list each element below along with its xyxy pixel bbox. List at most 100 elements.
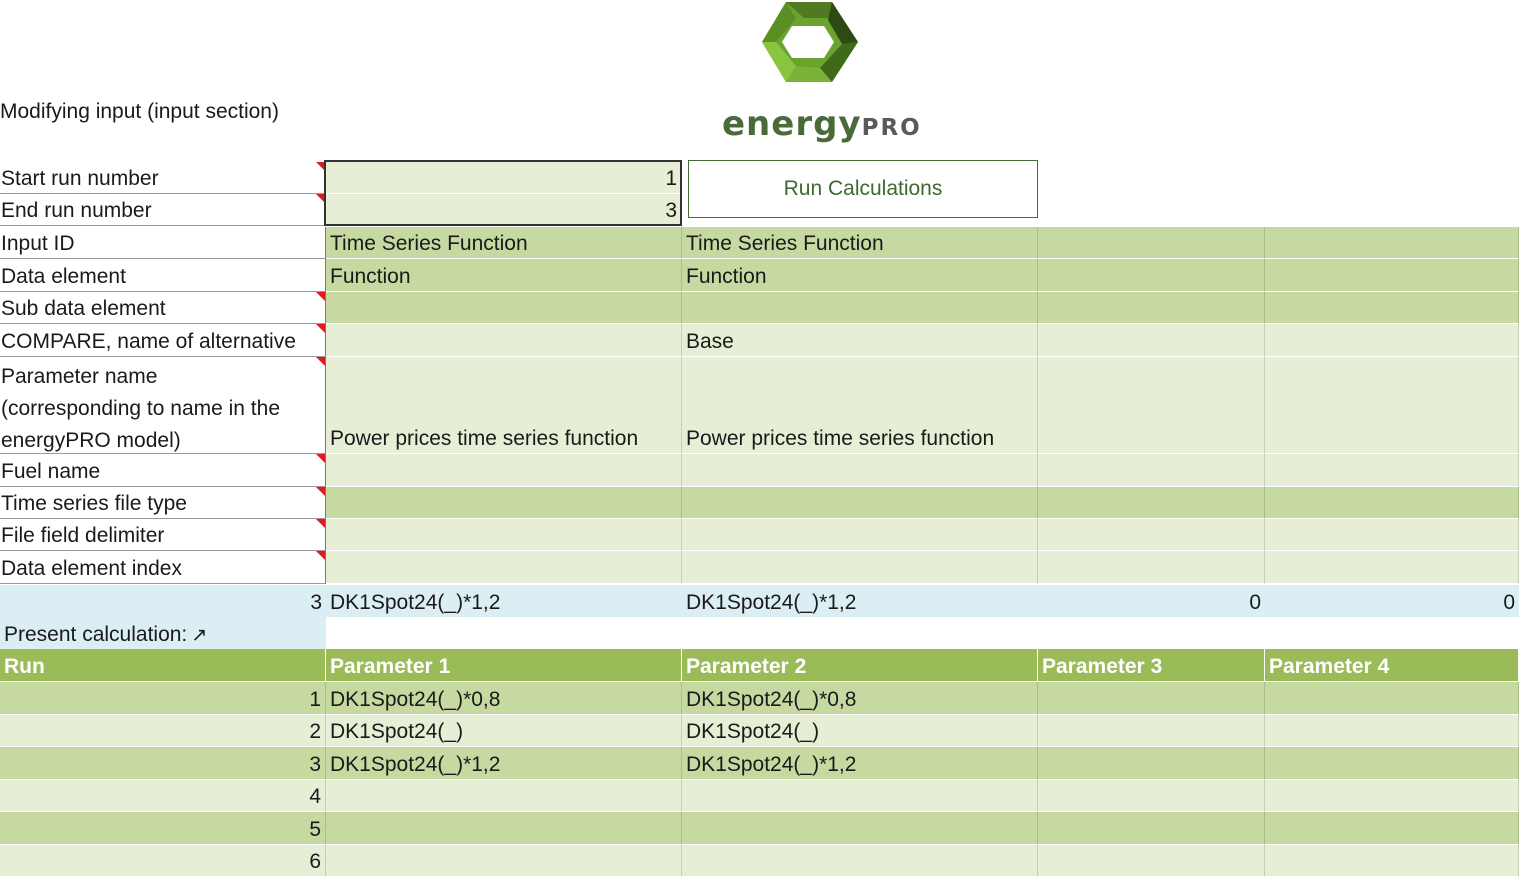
input-cell[interactable]	[682, 454, 1038, 487]
input-cell[interactable]	[1038, 454, 1265, 487]
input-cell[interactable]: Time Series Function	[326, 227, 682, 259]
run-parameter-cell[interactable]	[682, 780, 1038, 813]
run-parameter-cell[interactable]	[326, 812, 682, 845]
run-parameter-cell[interactable]	[326, 780, 682, 813]
run-parameter-cell[interactable]	[326, 845, 682, 877]
row-label: File field delimiter	[0, 519, 326, 551]
run-number-cell: 2	[0, 715, 326, 748]
input-cell[interactable]	[1038, 551, 1265, 584]
input-cell[interactable]	[1038, 292, 1265, 324]
run-parameter-cell[interactable]	[1265, 812, 1519, 845]
run-number-cell: 3	[0, 747, 326, 780]
run-parameter-cell[interactable]	[1265, 682, 1519, 715]
run-parameter-cell[interactable]	[1038, 780, 1265, 813]
run-parameter-cell[interactable]: DK1Spot24(_)*1,2	[326, 747, 682, 780]
energypro-logo: energyPRO	[720, 0, 910, 152]
input-cell[interactable]: Base	[682, 324, 1038, 357]
input-cell[interactable]: Function	[682, 259, 1038, 292]
present-calculation-text: Present calculation:	[4, 623, 187, 647]
input-cell[interactable]	[326, 551, 682, 584]
column-header: Parameter 3	[1038, 649, 1265, 681]
input-cell[interactable]	[326, 454, 682, 487]
run-parameter-cell[interactable]	[1038, 747, 1265, 780]
input-cell[interactable]	[1265, 292, 1519, 324]
input-cell[interactable]: Power prices time series function	[326, 357, 682, 454]
expand-arrow-icon[interactable]: ↗	[191, 624, 207, 647]
run-calculations-button[interactable]: Run Calculations	[688, 160, 1038, 218]
run-parameter-cell[interactable]	[682, 845, 1038, 877]
present-calculation-label: Present calculation:↗	[0, 617, 326, 649]
logo-wordmark: energyPRO	[722, 104, 912, 144]
present-value-cell: DK1Spot24(_)*1,2	[326, 585, 682, 617]
start-run-label: Start run number	[0, 162, 326, 194]
input-cell[interactable]: Time Series Function	[682, 227, 1038, 259]
row-label: Time series file type	[0, 487, 326, 519]
row-label-line: energyPRO model)	[1, 425, 321, 454]
run-parameter-cell[interactable]: DK1Spot24(_)	[326, 715, 682, 748]
run-parameter-cell[interactable]	[1265, 780, 1519, 813]
run-parameter-cell[interactable]: DK1Spot24(_)	[682, 715, 1038, 748]
run-number-cell: 6	[0, 845, 326, 877]
end-run-label: End run number	[0, 194, 326, 226]
column-header: Run	[0, 649, 326, 681]
row-label: Parameter name(corresponding to name in …	[0, 357, 326, 454]
section-title: Modifying input (input section)	[0, 100, 279, 124]
run-range-frame	[324, 160, 682, 226]
input-cell[interactable]	[1038, 259, 1265, 292]
input-cell[interactable]	[682, 292, 1038, 324]
input-cell[interactable]	[1265, 227, 1519, 259]
row-label: Data element	[0, 259, 326, 292]
run-parameter-cell[interactable]: DK1Spot24(_)*0,8	[682, 682, 1038, 715]
input-cell[interactable]	[326, 292, 682, 324]
input-cell[interactable]	[1265, 454, 1519, 487]
row-label: COMPARE, name of alternative	[0, 324, 326, 357]
hexagon-logo-icon	[720, 0, 910, 100]
run-parameter-cell[interactable]	[1038, 812, 1265, 845]
run-parameter-cell[interactable]	[1038, 715, 1265, 748]
input-cell[interactable]	[1038, 324, 1265, 357]
run-parameter-cell[interactable]: DK1Spot24(_)*0,8	[326, 682, 682, 715]
run-number-cell: 4	[0, 780, 326, 813]
present-value-cell: DK1Spot24(_)*1,2	[682, 585, 1038, 617]
input-cell[interactable]	[1038, 357, 1265, 454]
input-cell[interactable]	[1265, 259, 1519, 292]
input-cell[interactable]	[682, 551, 1038, 584]
run-parameter-cell[interactable]	[1265, 845, 1519, 877]
run-number-cell: 1	[0, 682, 326, 715]
run-parameter-cell[interactable]: DK1Spot24(_)*1,2	[682, 747, 1038, 780]
input-cell[interactable]	[326, 324, 682, 357]
run-parameter-cell[interactable]	[1038, 682, 1265, 715]
input-cell[interactable]	[1265, 519, 1519, 551]
present-value-cell: 0	[1265, 585, 1519, 617]
input-cell[interactable]	[1265, 324, 1519, 357]
run-parameter-cell[interactable]	[1038, 845, 1265, 877]
input-cell[interactable]	[1265, 487, 1519, 519]
column-header: Parameter 4	[1265, 649, 1519, 681]
run-parameter-cell[interactable]	[682, 812, 1038, 845]
input-cell[interactable]	[1038, 227, 1265, 259]
column-header: Parameter 2	[682, 649, 1038, 681]
run-parameter-cell[interactable]	[1265, 747, 1519, 780]
run-parameter-cell[interactable]	[1265, 715, 1519, 748]
input-cell[interactable]	[1038, 487, 1265, 519]
present-value-cell: 0	[1038, 585, 1265, 617]
logo-brand-main: energy	[722, 104, 862, 144]
logo-brand-suffix: PRO	[862, 115, 922, 141]
run-number-cell: 5	[0, 812, 326, 845]
row-label: Sub data element	[0, 292, 326, 324]
input-cell[interactable]	[682, 487, 1038, 519]
input-cell[interactable]: Function	[326, 259, 682, 292]
input-cell[interactable]	[326, 519, 682, 551]
row-label: Fuel name	[0, 454, 326, 487]
input-cell[interactable]	[1265, 551, 1519, 584]
column-header: Parameter 1	[326, 649, 682, 681]
row-label-line: Parameter name	[1, 361, 321, 393]
input-cell[interactable]	[326, 487, 682, 519]
input-cell[interactable]	[682, 519, 1038, 551]
row-label: Input ID	[0, 227, 326, 259]
input-cell[interactable]: Power prices time series function	[682, 357, 1038, 454]
row-label: Data element index	[0, 551, 326, 584]
input-cell[interactable]	[1038, 519, 1265, 551]
input-cell[interactable]	[1265, 357, 1519, 454]
row-label-line: (corresponding to name in the	[1, 393, 321, 425]
